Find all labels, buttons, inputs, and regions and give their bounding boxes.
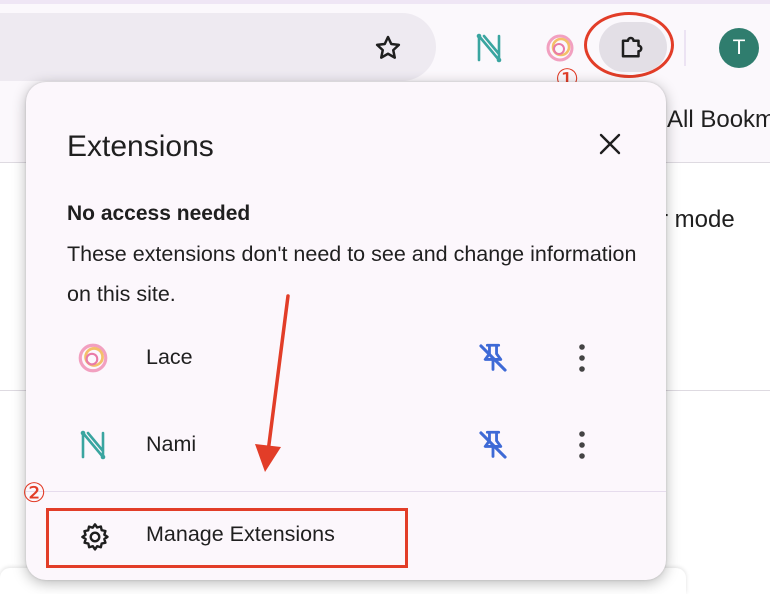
extensions-popup: Extensions No access needed These extens… xyxy=(26,82,666,580)
unpin-icon xyxy=(479,430,507,459)
extension-row-nami[interactable]: Nami xyxy=(26,410,666,480)
section-heading: No access needed xyxy=(67,202,251,225)
annotation-circle xyxy=(584,12,674,78)
lace-icon xyxy=(74,339,112,377)
lace-toolbar-button[interactable] xyxy=(541,28,579,68)
lace-icon xyxy=(546,34,574,62)
all-bookmarks-link[interactable]: All Bookm xyxy=(667,106,770,134)
more-vert-icon xyxy=(579,344,585,372)
profile-avatar[interactable]: T xyxy=(719,28,759,68)
nami-toolbar-button[interactable] xyxy=(470,28,508,68)
toolbar-separator xyxy=(684,30,686,66)
more-options-button[interactable] xyxy=(562,424,602,466)
section-description: These extensions don't need to see and c… xyxy=(67,242,637,306)
popup-divider xyxy=(26,491,666,492)
extension-row-lace[interactable]: Lace xyxy=(26,323,666,393)
nami-icon xyxy=(476,33,502,63)
close-button[interactable] xyxy=(591,125,629,163)
unpin-button[interactable] xyxy=(472,337,514,379)
extension-name: Nami xyxy=(146,432,197,456)
annotation-marker-2: ② xyxy=(22,478,47,508)
close-icon xyxy=(599,133,621,155)
bookmark-star-button[interactable] xyxy=(368,28,408,68)
annotation-box xyxy=(46,508,408,568)
more-options-button[interactable] xyxy=(562,337,602,379)
nami-icon xyxy=(74,426,112,464)
star-icon xyxy=(375,35,401,59)
page-background-text: r mode xyxy=(660,206,735,233)
unpin-button[interactable] xyxy=(472,424,514,466)
unpin-icon xyxy=(479,343,507,372)
popup-title: Extensions xyxy=(67,130,214,163)
extension-name: Lace xyxy=(146,345,193,369)
more-vert-icon xyxy=(579,431,585,459)
